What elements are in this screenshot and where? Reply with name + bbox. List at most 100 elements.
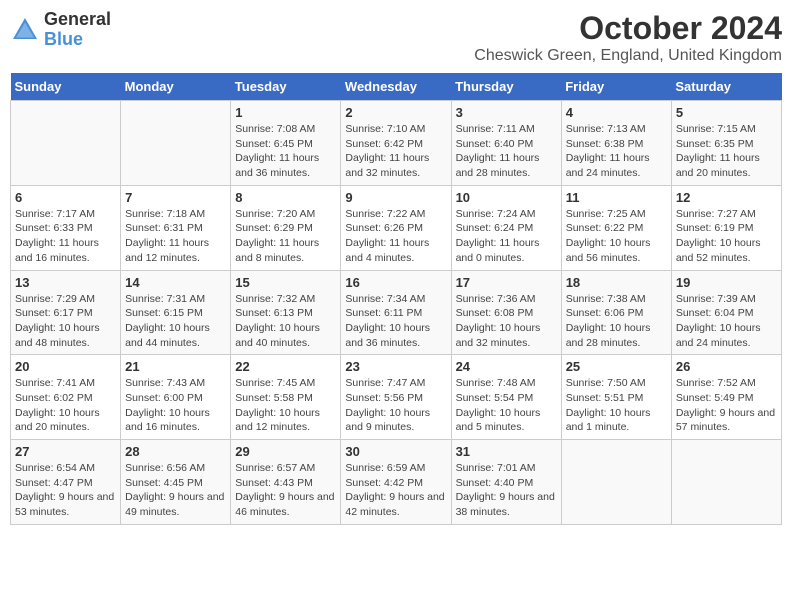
calendar-cell: 17 Sunrise: 7:36 AM Sunset: 6:08 PM Dayli… <box>451 270 561 355</box>
calendar-cell: 14 Sunrise: 7:31 AM Sunset: 6:15 PM Dayli… <box>121 270 231 355</box>
calendar-cell: 5Sunrise: 7:15 AM Sunset: 6:35 PM Daylig… <box>671 101 781 186</box>
cell-content: Sunrise: 7:13 AM Sunset: 6:38 PM Dayligh… <box>566 122 667 181</box>
cell-content: Sunrise: 7:50 AM Sunset: 5:51 PM Dayligh… <box>566 376 667 435</box>
cell-content: Sunrise: 7:47 AM Sunset: 5:56 PM Dayligh… <box>345 376 446 435</box>
day-number: 3 <box>456 105 557 120</box>
cell-content: Sunrise: 7:45 AM Sunset: 5:58 PM Dayligh… <box>235 376 336 435</box>
calendar-cell: 22 Sunrise: 7:45 AM Sunset: 5:58 PM Dayli… <box>231 355 341 440</box>
col-header-saturday: Saturday <box>671 73 781 101</box>
calendar-week-row: 6 Sunrise: 7:17 AM Sunset: 6:33 PM Daylig… <box>11 185 782 270</box>
day-number: 16 <box>345 275 446 290</box>
cell-content: Sunrise: 7:18 AM Sunset: 6:31 PM Dayligh… <box>125 207 226 266</box>
calendar-cell: 24 Sunrise: 7:48 AM Sunset: 5:54 PM Dayli… <box>451 355 561 440</box>
cell-content: Sunrise: 7:11 AM Sunset: 6:40 PM Dayligh… <box>456 122 557 181</box>
day-number: 1 <box>235 105 336 120</box>
logo-icon <box>10 15 40 45</box>
calendar-header-row: SundayMondayTuesdayWednesdayThursdayFrid… <box>11 73 782 101</box>
calendar-cell: 27 Sunrise: 6:54 AM Sunset: 4:47 PM Dayli… <box>11 440 121 525</box>
calendar-week-row: 27 Sunrise: 6:54 AM Sunset: 4:47 PM Dayli… <box>11 440 782 525</box>
calendar-table: SundayMondayTuesdayWednesdayThursdayFrid… <box>10 73 782 525</box>
cell-content: Sunrise: 7:01 AM Sunset: 4:40 PM Dayligh… <box>456 461 557 520</box>
day-number: 11 <box>566 190 667 205</box>
day-number: 30 <box>345 444 446 459</box>
calendar-cell: 12 Sunrise: 7:27 AM Sunset: 6:19 PM Dayli… <box>671 185 781 270</box>
calendar-cell: 11 Sunrise: 7:25 AM Sunset: 6:22 PM Dayli… <box>561 185 671 270</box>
cell-content: Sunrise: 6:57 AM Sunset: 4:43 PM Dayligh… <box>235 461 336 520</box>
day-number: 8 <box>235 190 336 205</box>
main-title: October 2024 <box>474 10 782 47</box>
col-header-sunday: Sunday <box>11 73 121 101</box>
calendar-cell: 21Sunrise: 7:43 AM Sunset: 6:00 PM Dayli… <box>121 355 231 440</box>
day-number: 23 <box>345 359 446 374</box>
calendar-cell: 29Sunrise: 6:57 AM Sunset: 4:43 PM Dayli… <box>231 440 341 525</box>
cell-content: Sunrise: 7:38 AM Sunset: 6:06 PM Dayligh… <box>566 292 667 351</box>
calendar-cell: 28Sunrise: 6:56 AM Sunset: 4:45 PM Dayli… <box>121 440 231 525</box>
day-number: 12 <box>676 190 777 205</box>
calendar-cell: 20 Sunrise: 7:41 AM Sunset: 6:02 PM Dayli… <box>11 355 121 440</box>
cell-content: Sunrise: 7:10 AM Sunset: 6:42 PM Dayligh… <box>345 122 446 181</box>
day-number: 19 <box>676 275 777 290</box>
cell-content: Sunrise: 7:17 AM Sunset: 6:33 PM Dayligh… <box>15 207 116 266</box>
logo-text-general: General <box>44 9 111 29</box>
day-number: 15 <box>235 275 336 290</box>
calendar-week-row: 1Sunrise: 7:08 AM Sunset: 6:45 PM Daylig… <box>11 101 782 186</box>
day-number: 7 <box>125 190 226 205</box>
calendar-week-row: 13Sunrise: 7:29 AM Sunset: 6:17 PM Dayli… <box>11 270 782 355</box>
cell-content: Sunrise: 7:24 AM Sunset: 6:24 PM Dayligh… <box>456 207 557 266</box>
day-number: 31 <box>456 444 557 459</box>
calendar-cell <box>671 440 781 525</box>
col-header-wednesday: Wednesday <box>341 73 451 101</box>
col-header-monday: Monday <box>121 73 231 101</box>
calendar-cell <box>11 101 121 186</box>
calendar-cell: 26 Sunrise: 7:52 AM Sunset: 5:49 PM Dayli… <box>671 355 781 440</box>
cell-content: Sunrise: 7:39 AM Sunset: 6:04 PM Dayligh… <box>676 292 777 351</box>
calendar-cell: 13Sunrise: 7:29 AM Sunset: 6:17 PM Dayli… <box>11 270 121 355</box>
cell-content: Sunrise: 6:54 AM Sunset: 4:47 PM Dayligh… <box>15 461 116 520</box>
calendar-cell: 7 Sunrise: 7:18 AM Sunset: 6:31 PM Daylig… <box>121 185 231 270</box>
day-number: 26 <box>676 359 777 374</box>
day-number: 4 <box>566 105 667 120</box>
cell-content: Sunrise: 7:25 AM Sunset: 6:22 PM Dayligh… <box>566 207 667 266</box>
cell-content: Sunrise: 7:27 AM Sunset: 6:19 PM Dayligh… <box>676 207 777 266</box>
day-number: 25 <box>566 359 667 374</box>
day-number: 2 <box>345 105 446 120</box>
calendar-cell <box>561 440 671 525</box>
calendar-cell: 8 Sunrise: 7:20 AM Sunset: 6:29 PM Daylig… <box>231 185 341 270</box>
cell-content: Sunrise: 6:59 AM Sunset: 4:42 PM Dayligh… <box>345 461 446 520</box>
calendar-cell: 31 Sunrise: 7:01 AM Sunset: 4:40 PM Dayli… <box>451 440 561 525</box>
calendar-cell: 6 Sunrise: 7:17 AM Sunset: 6:33 PM Daylig… <box>11 185 121 270</box>
calendar-cell: 15 Sunrise: 7:32 AM Sunset: 6:13 PM Dayli… <box>231 270 341 355</box>
cell-content: Sunrise: 7:32 AM Sunset: 6:13 PM Dayligh… <box>235 292 336 351</box>
cell-content: Sunrise: 7:52 AM Sunset: 5:49 PM Dayligh… <box>676 376 777 435</box>
cell-content: Sunrise: 7:48 AM Sunset: 5:54 PM Dayligh… <box>456 376 557 435</box>
cell-content: Sunrise: 7:22 AM Sunset: 6:26 PM Dayligh… <box>345 207 446 266</box>
day-number: 24 <box>456 359 557 374</box>
day-number: 21 <box>125 359 226 374</box>
day-number: 6 <box>15 190 116 205</box>
calendar-cell: 3 Sunrise: 7:11 AM Sunset: 6:40 PM Daylig… <box>451 101 561 186</box>
calendar-cell: 2 Sunrise: 7:10 AM Sunset: 6:42 PM Daylig… <box>341 101 451 186</box>
calendar-cell: 1Sunrise: 7:08 AM Sunset: 6:45 PM Daylig… <box>231 101 341 186</box>
cell-content: Sunrise: 7:20 AM Sunset: 6:29 PM Dayligh… <box>235 207 336 266</box>
calendar-cell: 16Sunrise: 7:34 AM Sunset: 6:11 PM Dayli… <box>341 270 451 355</box>
cell-content: Sunrise: 7:36 AM Sunset: 6:08 PM Dayligh… <box>456 292 557 351</box>
logo-text-blue: Blue <box>44 29 83 49</box>
col-header-tuesday: Tuesday <box>231 73 341 101</box>
calendar-cell: 23 Sunrise: 7:47 AM Sunset: 5:56 PM Dayli… <box>341 355 451 440</box>
day-number: 22 <box>235 359 336 374</box>
calendar-cell: 19 Sunrise: 7:39 AM Sunset: 6:04 PM Dayli… <box>671 270 781 355</box>
cell-content: Sunrise: 7:31 AM Sunset: 6:15 PM Dayligh… <box>125 292 226 351</box>
day-number: 14 <box>125 275 226 290</box>
col-header-thursday: Thursday <box>451 73 561 101</box>
calendar-cell: 10Sunrise: 7:24 AM Sunset: 6:24 PM Dayli… <box>451 185 561 270</box>
cell-content: Sunrise: 6:56 AM Sunset: 4:45 PM Dayligh… <box>125 461 226 520</box>
calendar-cell: 4 Sunrise: 7:13 AM Sunset: 6:38 PM Daylig… <box>561 101 671 186</box>
day-number: 20 <box>15 359 116 374</box>
day-number: 27 <box>15 444 116 459</box>
day-number: 17 <box>456 275 557 290</box>
calendar-cell: 30 Sunrise: 6:59 AM Sunset: 4:42 PM Dayli… <box>341 440 451 525</box>
calendar-week-row: 20 Sunrise: 7:41 AM Sunset: 6:02 PM Dayli… <box>11 355 782 440</box>
calendar-cell: 25 Sunrise: 7:50 AM Sunset: 5:51 PM Dayli… <box>561 355 671 440</box>
day-number: 18 <box>566 275 667 290</box>
cell-content: Sunrise: 7:41 AM Sunset: 6:02 PM Dayligh… <box>15 376 116 435</box>
